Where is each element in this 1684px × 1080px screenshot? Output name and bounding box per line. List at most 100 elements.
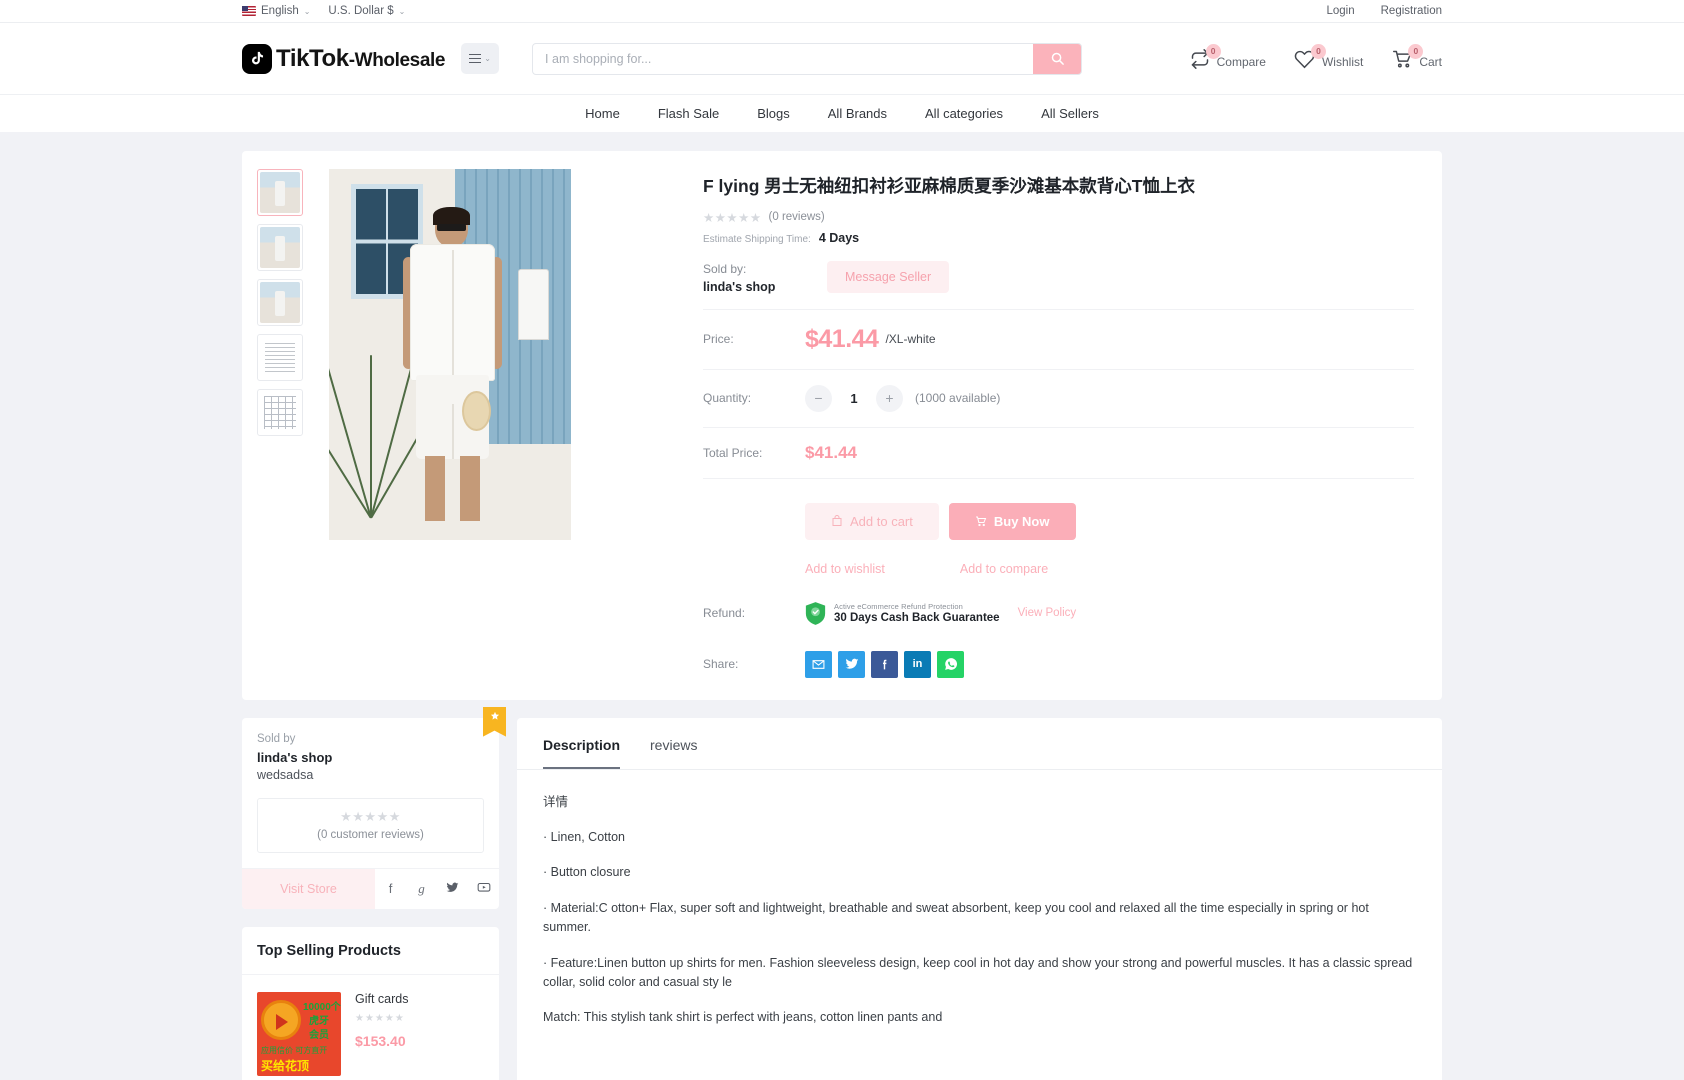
seller-row: Sold by: linda's shop Message Seller xyxy=(703,245,1414,310)
thumb-text-4: 应用信价 可方直开 xyxy=(261,1045,328,1055)
page-content: F lying 男士无袖纽扣衬衫亚麻棉质夏季沙滩基本款背心T恤上衣 ★★★★★ … xyxy=(242,132,1442,1080)
language-label: English xyxy=(261,5,299,17)
nav-item-flash-sale[interactable]: Flash Sale xyxy=(658,106,719,121)
seller-review-box: ★★★★★ (0 customer reviews) xyxy=(257,797,484,853)
share-linkedin-button[interactable]: in xyxy=(904,650,931,678)
page-root: English ⌄ U.S. Dollar $ ⌄ Login Registra… xyxy=(0,0,1684,1080)
refund-protection-line: Active eCommerce Refund Protection xyxy=(834,602,963,612)
compare-button[interactable]: 0 Compare xyxy=(1189,43,1266,70)
share-facebook-button[interactable] xyxy=(871,650,898,678)
thumbnail-image xyxy=(260,282,300,323)
product-meta: Gift cards ★★★★★ $153.40 xyxy=(355,992,409,1076)
thumb-text-5: 买给花顶 xyxy=(261,1058,310,1073)
quantity-increase-button[interactable]: + xyxy=(876,384,903,412)
list-item[interactable]: 10000个 虎牙 会员 应用信价 可方直开 买给花顶 Gift cards ★… xyxy=(242,975,499,1080)
tab-reviews[interactable]: reviews xyxy=(650,718,697,769)
site-logo[interactable]: TikTok-Wholesale xyxy=(242,43,445,74)
search-icon xyxy=(1051,52,1064,65)
secondary-actions: Add to wishlist Add to compare xyxy=(703,540,1414,576)
thumbnail-4[interactable] xyxy=(257,334,303,381)
facebook-icon[interactable]: f xyxy=(375,881,406,896)
language-selector[interactable]: English ⌄ xyxy=(242,5,310,17)
tiktok-note-icon xyxy=(242,43,272,74)
share-email-button[interactable] xyxy=(805,650,832,678)
chevron-down-icon: ⌄ xyxy=(398,6,406,16)
description-content: 详情 · Linen, Cotton · Button closure · Ma… xyxy=(517,770,1442,1074)
cart-icon xyxy=(975,516,987,527)
product-main-image[interactable] xyxy=(329,169,571,540)
login-link[interactable]: Login xyxy=(1326,5,1354,17)
product-info: F lying 男士无袖纽扣衬衫亚麻棉质夏季沙滩基本款背心T恤上衣 ★★★★★ … xyxy=(697,169,1442,678)
share-label: Share: xyxy=(703,657,739,672)
compare-count-badge: 0 xyxy=(1205,43,1221,59)
envelope-icon xyxy=(812,659,825,669)
thumbnail-3[interactable] xyxy=(257,279,303,326)
chevron-down-icon: ⌄ xyxy=(484,54,491,63)
message-seller-button[interactable]: Message Seller xyxy=(827,260,950,293)
currency-selector[interactable]: U.S. Dollar $ ⌄ xyxy=(328,5,405,17)
verified-badge-icon xyxy=(483,706,506,737)
description-paragraph: · Button closure xyxy=(543,865,631,880)
top-utility-bar: English ⌄ U.S. Dollar $ ⌄ Login Registra… xyxy=(0,0,1684,23)
registration-link[interactable]: Registration xyxy=(1381,5,1442,17)
search-bar xyxy=(532,42,1083,75)
thumbnail-5[interactable] xyxy=(257,389,303,436)
nav-item-all-categories[interactable]: All categories xyxy=(925,106,1003,121)
nav-item-blogs[interactable]: Blogs xyxy=(757,106,790,121)
sidebar-shop-name[interactable]: linda's shop xyxy=(257,750,484,765)
search-button[interactable] xyxy=(1033,43,1082,74)
product-gallery xyxy=(242,169,697,678)
thumb-text-3: 会员 xyxy=(309,1029,329,1041)
description-paragraph: · Linen, Cotton xyxy=(543,830,625,844)
search-input[interactable] xyxy=(533,43,1034,74)
nav-item-all-brands[interactable]: All Brands xyxy=(828,106,887,121)
shipping-label: Estimate Shipping Time: xyxy=(703,233,811,245)
shipping-value: 4 Days xyxy=(818,230,860,245)
add-to-cart-button[interactable]: Add to cart xyxy=(805,502,939,540)
youtube-icon[interactable] xyxy=(468,880,499,897)
quantity-value[interactable]: 1 xyxy=(836,391,872,406)
add-to-compare-link[interactable]: Add to compare xyxy=(960,562,1048,576)
review-count: (0 reviews) xyxy=(768,211,825,224)
view-policy-link[interactable]: View Policy xyxy=(1018,607,1077,619)
quantity-stepper: − 1 + xyxy=(805,384,903,412)
product-detail-card: F lying 男士无袖纽扣衬衫亚麻棉质夏季沙滩基本款背心T恤上衣 ★★★★★ … xyxy=(242,151,1442,700)
thumb-text-2: 虎牙 xyxy=(309,1015,329,1027)
nav-item-home[interactable]: Home xyxy=(585,106,620,121)
cart-button[interactable]: 0 Cart xyxy=(1391,43,1442,70)
tab-description[interactable]: Description xyxy=(543,718,621,769)
bag-icon xyxy=(832,515,842,527)
thumbnail-2[interactable] xyxy=(257,224,303,271)
buy-now-button[interactable]: Buy Now xyxy=(948,502,1076,540)
product-rating: ★★★★★ (0 reviews) xyxy=(703,210,1414,225)
wishlist-count-badge: 0 xyxy=(1310,43,1326,59)
add-to-cart-label: Add to cart xyxy=(850,513,913,529)
product-thumbnail: 10000个 虎牙 会员 应用信价 可方直开 买给花顶 xyxy=(257,991,341,1076)
twitter-icon xyxy=(845,658,858,669)
image-model xyxy=(403,206,502,522)
share-twitter-button[interactable] xyxy=(838,650,865,678)
buy-now-label: Buy Now xyxy=(993,513,1050,529)
thumbnail-image xyxy=(260,227,300,268)
facebook-icon xyxy=(882,659,887,669)
image-plant xyxy=(329,354,454,519)
thumbnail-image xyxy=(260,337,300,378)
cart-count-badge: 0 xyxy=(1408,43,1424,59)
seller-name[interactable]: linda's shop xyxy=(703,280,805,294)
twitter-icon[interactable] xyxy=(437,881,468,897)
wishlist-label: Wishlist xyxy=(1321,54,1364,69)
thumbnail-1[interactable] xyxy=(257,169,303,216)
share-row: Share: in xyxy=(703,625,1414,678)
add-to-wishlist-link[interactable]: Add to wishlist xyxy=(805,562,885,576)
price-variant: /XL-white xyxy=(885,332,936,347)
visit-store-button[interactable]: Visit Store xyxy=(242,868,375,909)
google-icon[interactable]: g xyxy=(406,881,437,897)
share-whatsapp-button[interactable] xyxy=(937,650,964,678)
quantity-decrease-button[interactable]: − xyxy=(805,384,832,412)
product-name[interactable]: Gift cards xyxy=(355,992,409,1006)
cat-logo-icon xyxy=(261,999,301,1040)
wishlist-button[interactable]: 0 Wishlist xyxy=(1294,43,1364,70)
categories-menu-button[interactable]: ⌄ xyxy=(461,43,500,74)
quantity-label: Quantity: xyxy=(703,391,752,406)
nav-item-all-sellers[interactable]: All Sellers xyxy=(1041,106,1099,121)
